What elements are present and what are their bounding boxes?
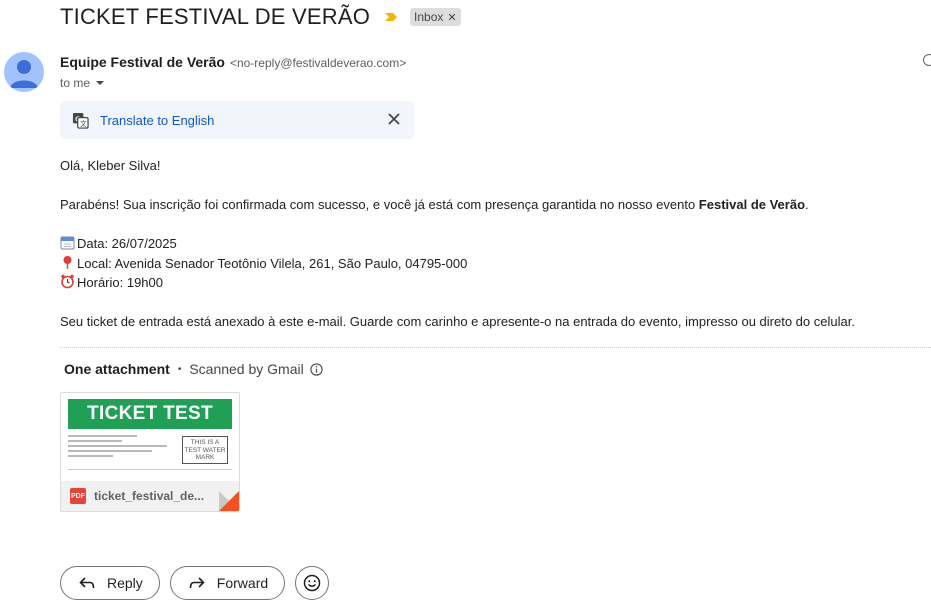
pin-emoji-icon (63, 255, 72, 269)
email-body: Olá, Kleber Silva! Parabéns! Sua inscriç… (60, 156, 855, 332)
confirmation-suffix: . (805, 197, 809, 212)
sender-name[interactable]: Equipe Festival de Verão (60, 54, 225, 70)
sender-row: Equipe Festival de Verão <no-reply@festi… (60, 54, 406, 70)
location-line: Local: Avenida Senador Teotônio Vilela, … (60, 254, 855, 274)
attachment-file-name: ticket_festival_de... (94, 489, 205, 503)
inbox-label-text: Inbox (414, 10, 444, 24)
time-line: Horário: 19h00 (60, 273, 855, 293)
alarm-clock-emoji-icon (61, 274, 74, 289)
clock-icon (923, 54, 931, 66)
chevron-down-icon (96, 81, 105, 85)
inbox-label-chip[interactable]: Inbox ✕ (410, 8, 461, 26)
translate-bar: G 文 Translate to English (60, 101, 414, 139)
thumbnail-text-lines (68, 435, 180, 460)
calendar-emoji-icon (60, 236, 75, 250)
translate-icon: G 文 (72, 112, 89, 129)
info-icon[interactable] (310, 362, 323, 376)
attachment-divider (60, 347, 931, 348)
recipient-details-toggle[interactable]: to me (60, 76, 105, 90)
page-fold-accent (219, 491, 239, 511)
attachments-header: One attachment • Scanned by Gmail (64, 361, 323, 377)
separator-dot: • (177, 363, 182, 375)
location-text: Local: Avenida Senador Teotônio Vilela, … (77, 255, 468, 271)
importance-marker-icon[interactable] (384, 10, 398, 24)
message-actions: Reply Forward (60, 566, 330, 600)
reply-button[interactable]: Reply (60, 566, 160, 600)
date-text: Data: 26/07/2025 (77, 236, 177, 251)
attachment-thumbnail: TICKET TEST THIS IS A TEST WATER MARK (61, 393, 239, 481)
close-icon[interactable] (386, 111, 402, 127)
person-icon (10, 60, 38, 88)
recipient-label: to me (60, 76, 91, 90)
emoji-reaction-button[interactable] (295, 566, 330, 600)
svg-text:文: 文 (80, 118, 87, 127)
attachment-count: One attachment (64, 361, 170, 377)
sender-email: <no-reply@festivaldeverao.com> (229, 56, 407, 70)
scan-status: Scanned by Gmail (189, 361, 304, 377)
translate-link[interactable]: Translate to English (100, 113, 214, 128)
reply-label: Reply (107, 575, 143, 591)
email-subject: TICKET FESTIVAL DE VERÃO (60, 4, 371, 29)
thumbnail-rule (68, 469, 232, 470)
greeting: Olá, Kleber Silva! (60, 158, 161, 173)
email-subject-row: TICKET FESTIVAL DE VERÃO Inbox ✕ (60, 4, 461, 30)
reply-arrow-icon (79, 577, 95, 589)
attachment-card[interactable]: TICKET TEST THIS IS A TEST WATER MARK PD… (60, 392, 240, 512)
thumbnail-watermark: THIS IS A TEST WATER MARK (182, 436, 228, 464)
confirmation-paragraph: Parabéns! Sua inscrição foi confirmada c… (60, 195, 855, 215)
event-name: Festival de Verão (698, 197, 806, 212)
forward-label: Forward (216, 575, 269, 591)
remove-label-icon[interactable]: ✕ (447, 11, 456, 24)
thumbnail-title: TICKET TEST (68, 399, 232, 429)
time-text: Horário: 19h00 (77, 275, 163, 290)
attachment-file-bar: PDF ticket_festival_de... (61, 481, 239, 511)
closing-paragraph: Seu ticket de entrada está anexado à est… (60, 314, 855, 329)
confirmation-prefix: Parabéns! Sua inscrição foi confirmada c… (60, 197, 699, 212)
forward-button[interactable]: Forward (169, 566, 286, 600)
date-line: Data: 26/07/2025 (60, 234, 855, 254)
smiley-icon (303, 574, 321, 592)
pdf-file-icon: PDF (70, 488, 86, 504)
forward-arrow-icon (189, 577, 205, 589)
sender-avatar[interactable] (4, 52, 44, 92)
